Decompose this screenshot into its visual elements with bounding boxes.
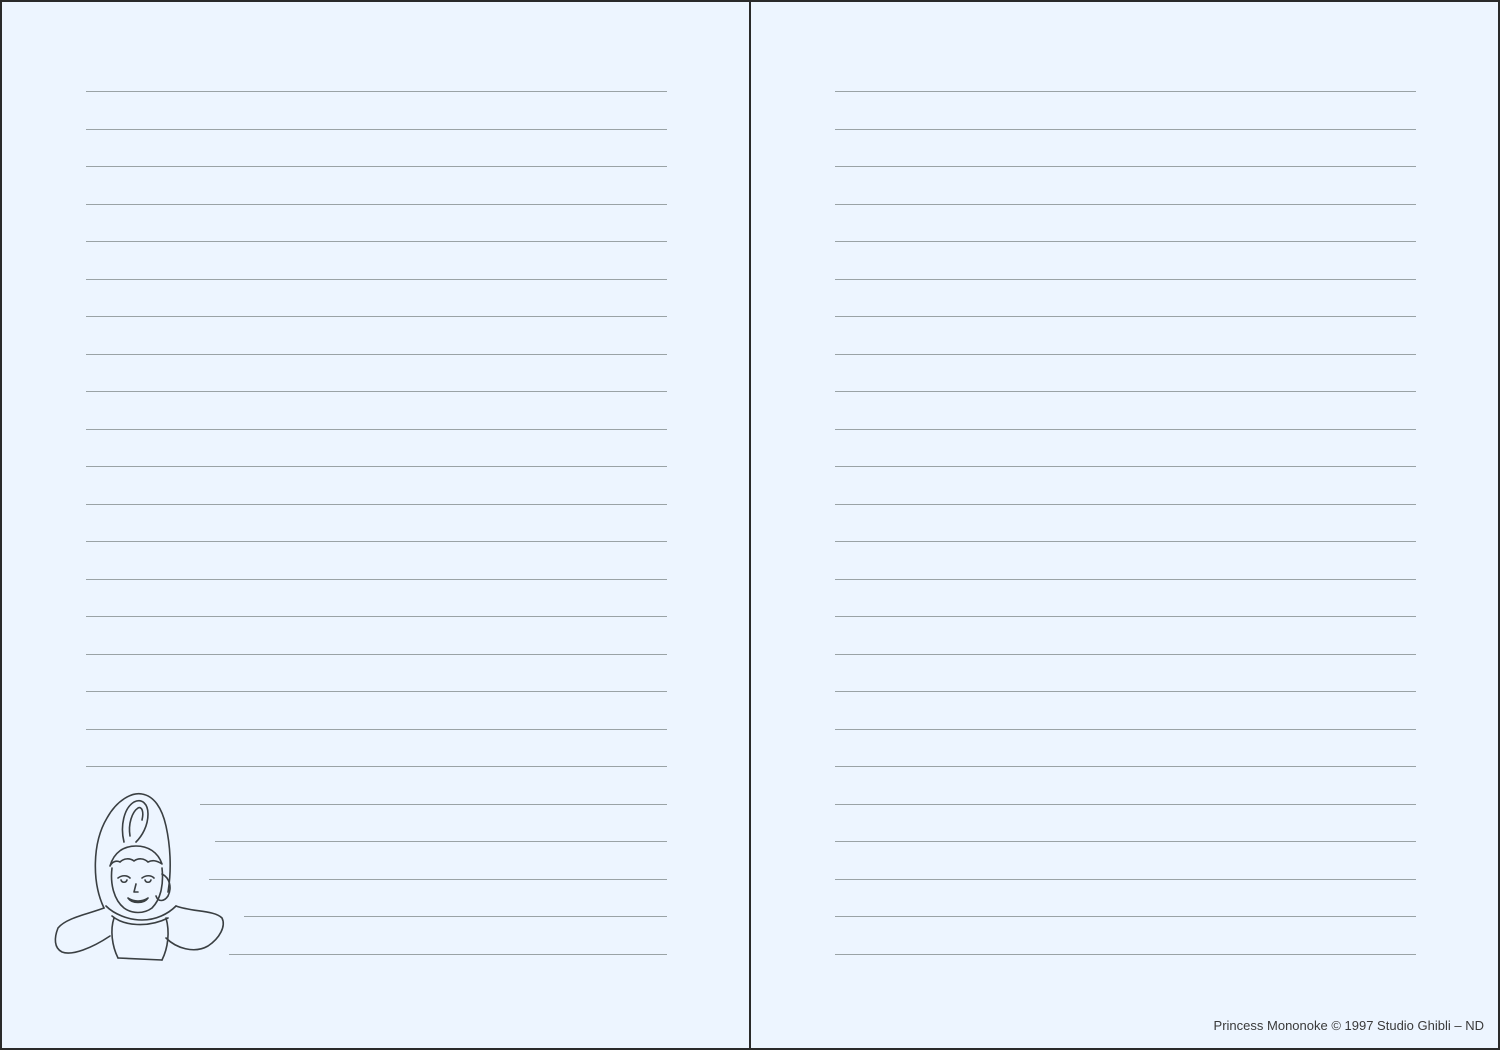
ruled-line [86,241,667,242]
ruled-line [835,91,1416,92]
ruled-line [835,653,1416,655]
ruled-line [86,91,667,92]
ruled-line [835,503,1416,505]
ruled-line [215,841,667,842]
ruled-line [835,878,1416,880]
ruled-line [835,578,1416,580]
ruled-line [835,916,1416,917]
ruled-line [86,766,667,767]
left-page [0,0,751,1050]
ruled-line [835,616,1416,617]
ruled-line [86,616,667,617]
ruled-line [86,541,667,542]
ruled-line [229,953,667,955]
ruled-line [86,353,667,355]
ruled-line [835,841,1416,842]
ruled-line [835,466,1416,467]
ruled-line [835,128,1416,130]
ruled-line [835,203,1416,205]
ruled-line [835,728,1416,730]
right-page: Princess Mononoke © 1997 Studio Ghibli –… [749,0,1500,1050]
ruled-line [835,391,1416,392]
ruled-line [835,353,1416,355]
ruled-line [86,691,667,692]
ruled-line [86,728,667,730]
ruled-line [86,278,667,280]
ruled-line [835,241,1416,242]
ruled-line [86,578,667,580]
ruled-line [209,878,667,880]
notebook-spread: Princess Mononoke © 1997 Studio Ghibli –… [0,0,1500,1050]
ruled-line [86,316,667,317]
ruled-line [835,316,1416,317]
ruled-line [86,128,667,130]
ruled-line [835,166,1416,167]
ruled-line [835,803,1416,805]
ruled-line [835,541,1416,542]
ruled-line [200,803,667,805]
copyright-credit: Princess Mononoke © 1997 Studio Ghibli –… [1213,1018,1484,1033]
ruled-line [86,203,667,205]
ruled-line [86,166,667,167]
character-portrait-line-art-icon [52,788,227,966]
ruled-line [835,953,1416,955]
ruled-line [835,766,1416,767]
ruled-line [86,391,667,392]
ruled-line [835,428,1416,430]
ruled-line [86,466,667,467]
ruled-line [86,503,667,505]
ruled-line [86,428,667,430]
ruled-line [86,653,667,655]
ruled-line [835,278,1416,280]
ruled-line [244,916,667,917]
ruled-line [835,691,1416,692]
